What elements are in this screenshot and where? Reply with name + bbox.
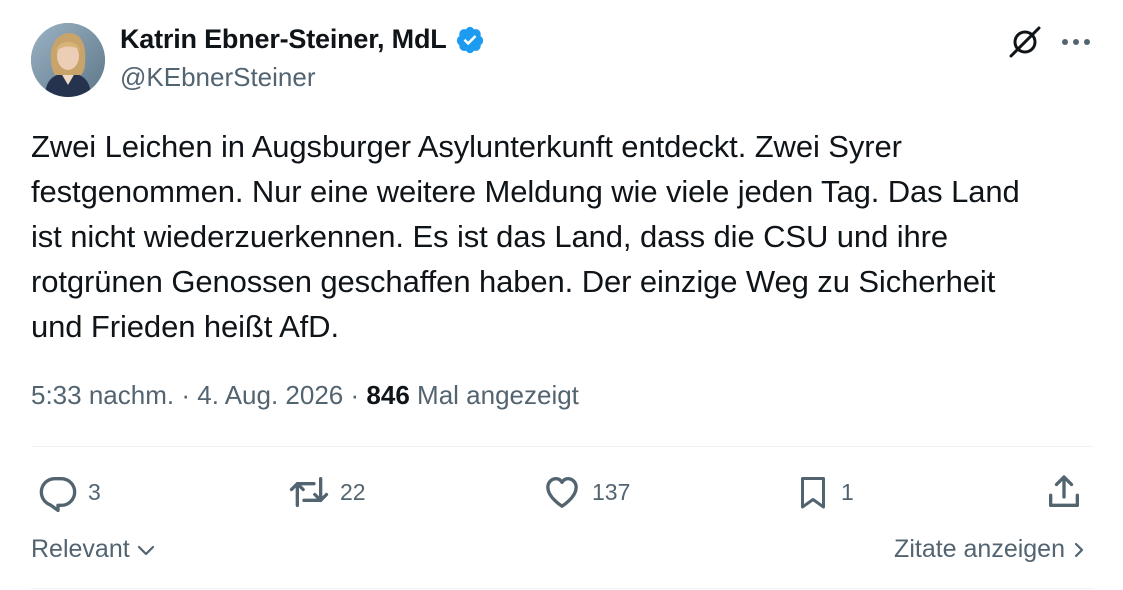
meta-separator: · <box>181 380 190 410</box>
chevron-right-icon <box>1074 542 1084 557</box>
chevron-down-icon <box>137 545 154 555</box>
author-display-name[interactable]: Katrin Ebner-Steiner, MdL <box>120 24 447 55</box>
retweet-icon <box>289 477 329 507</box>
divider <box>31 588 1093 589</box>
retweet-count: 22 <box>340 478 366 505</box>
quotes-label: Zitate anzeigen <box>894 535 1065 563</box>
grok-button[interactable] <box>1005 22 1045 62</box>
grok-icon <box>1009 26 1041 58</box>
reply-button[interactable]: 3 <box>38 472 101 512</box>
tweet-metadata: 5:33 nachm. · 4. Aug. 2026 · 846 Mal ang… <box>31 380 579 411</box>
verified-badge-icon <box>456 26 483 53</box>
sort-dropdown[interactable]: Relevant <box>31 535 156 564</box>
avatar-image <box>31 23 105 97</box>
sort-label: Relevant <box>31 535 130 563</box>
divider <box>31 446 1093 447</box>
more-icon <box>1062 39 1090 45</box>
views-label: Mal angezeigt <box>417 380 579 410</box>
more-options-button[interactable] <box>1057 24 1095 60</box>
tweet-time[interactable]: 5:33 nachm. <box>31 380 174 410</box>
author-handle[interactable]: @KEbnerSteiner <box>120 62 316 93</box>
meta-separator: · <box>350 380 360 410</box>
views-count: 846 <box>366 380 410 410</box>
retweet-button[interactable]: 22 <box>288 472 366 512</box>
like-button[interactable]: 137 <box>542 472 630 512</box>
author-name-row[interactable]: Katrin Ebner-Steiner, MdL <box>120 24 485 55</box>
bookmark-count: 1 <box>841 478 854 505</box>
reply-count: 3 <box>88 478 101 505</box>
tweet-date[interactable]: 4. Aug. 2026 <box>197 380 343 410</box>
heart-icon <box>546 477 578 508</box>
share-icon <box>1049 475 1079 507</box>
tweet-text: Zwei Leichen in Augsburger Asylunterkunf… <box>31 129 1020 344</box>
share-button[interactable] <box>1044 472 1084 512</box>
reply-icon <box>39 477 77 512</box>
bookmark-button[interactable]: 1 <box>795 472 854 512</box>
bookmark-icon <box>801 477 825 509</box>
avatar[interactable] <box>31 23 105 97</box>
view-quotes-link[interactable]: Zitate anzeigen <box>894 535 1087 564</box>
like-count: 137 <box>592 478 631 505</box>
